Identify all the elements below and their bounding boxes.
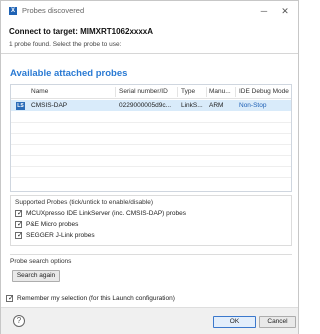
close-button[interactable]: ✕	[279, 5, 291, 17]
minimize-button[interactable]: ─	[258, 5, 270, 17]
search-divider	[10, 254, 292, 255]
column-divider	[115, 87, 116, 97]
column-header-name[interactable]: Name	[31, 88, 48, 95]
row-gridline	[11, 144, 291, 145]
column-divider	[206, 87, 207, 97]
search-again-button[interactable]: Search again	[12, 270, 60, 282]
linkserver-probe-icon: LS	[16, 102, 25, 110]
column-header-serial[interactable]: Serial number/ID	[119, 88, 168, 95]
row-gridline	[11, 122, 291, 123]
row-gridline	[11, 177, 291, 178]
probe-type: LinkS...	[181, 102, 203, 109]
title-bar: X Probes discovered ─ ✕	[1, 1, 298, 21]
jlink-checkbox[interactable]: ✓	[15, 232, 23, 239]
dialog-footer: ? OK Cancel	[1, 307, 298, 334]
column-header-mode[interactable]: IDE Debug Mode	[239, 88, 289, 95]
cancel-button[interactable]: Cancel	[259, 316, 296, 328]
checkmark-icon: ✓	[17, 221, 23, 228]
probes-dialog: X Probes discovered ─ ✕ Connect to targe…	[0, 0, 299, 334]
header-divider	[1, 53, 298, 54]
probes-table[interactable]: Name Serial number/ID Type Manu... IDE D…	[10, 84, 292, 192]
column-divider	[235, 87, 236, 97]
supported-probes-group: Supported Probes (tick/untick to enable/…	[10, 195, 292, 246]
column-header-manufacturer[interactable]: Manu...	[209, 88, 231, 95]
checkmark-icon: ✓	[17, 210, 23, 217]
ok-button[interactable]: OK	[213, 316, 256, 328]
table-row[interactable]: LS CMSIS-DAP 0229000005d9c... LinkS... A…	[11, 100, 291, 111]
checkmark-icon: ✓	[17, 232, 23, 239]
window-title: Probes discovered	[22, 6, 85, 15]
row-gridline	[11, 155, 291, 156]
pemicro-checkbox[interactable]: ✓	[15, 221, 23, 228]
pemicro-label: P&E Micro probes	[26, 221, 79, 228]
app-icon: X	[9, 7, 17, 15]
help-icon[interactable]: ?	[13, 315, 25, 327]
checkmark-icon: ✓	[8, 295, 14, 302]
linkserver-checkbox[interactable]: ✓	[15, 210, 23, 217]
dialog-subheading: 1 probe found. Select the probe to use:	[9, 41, 122, 48]
dialog-heading: Connect to target: MIMXRT1062xxxxA	[9, 27, 154, 36]
section-title: Available attached probes	[10, 68, 128, 79]
column-header-type[interactable]: Type	[181, 88, 195, 95]
row-gridline	[11, 133, 291, 134]
search-options-title: Probe search options	[10, 258, 72, 265]
probe-debug-mode: Non-Stop	[239, 102, 267, 109]
table-header: Name Serial number/ID Type Manu... IDE D…	[11, 85, 291, 99]
probe-name: CMSIS-DAP	[31, 102, 68, 109]
probe-manufacturer: ARM	[209, 102, 224, 109]
supported-probes-title: Supported Probes (tick/untick to enable/…	[15, 199, 154, 206]
row-gridline	[11, 166, 291, 167]
remember-selection-checkbox[interactable]: ✓	[6, 295, 14, 302]
column-divider	[177, 87, 178, 97]
probe-serial: 0229000005d9c...	[119, 102, 172, 109]
linkserver-label: MCUXpresso IDE LinkServer (inc. CMSIS-DA…	[26, 210, 187, 217]
remember-selection-label: Remember my selection (for this Launch c…	[17, 295, 175, 302]
jlink-label: SEGGER J-Link probes	[26, 232, 95, 239]
